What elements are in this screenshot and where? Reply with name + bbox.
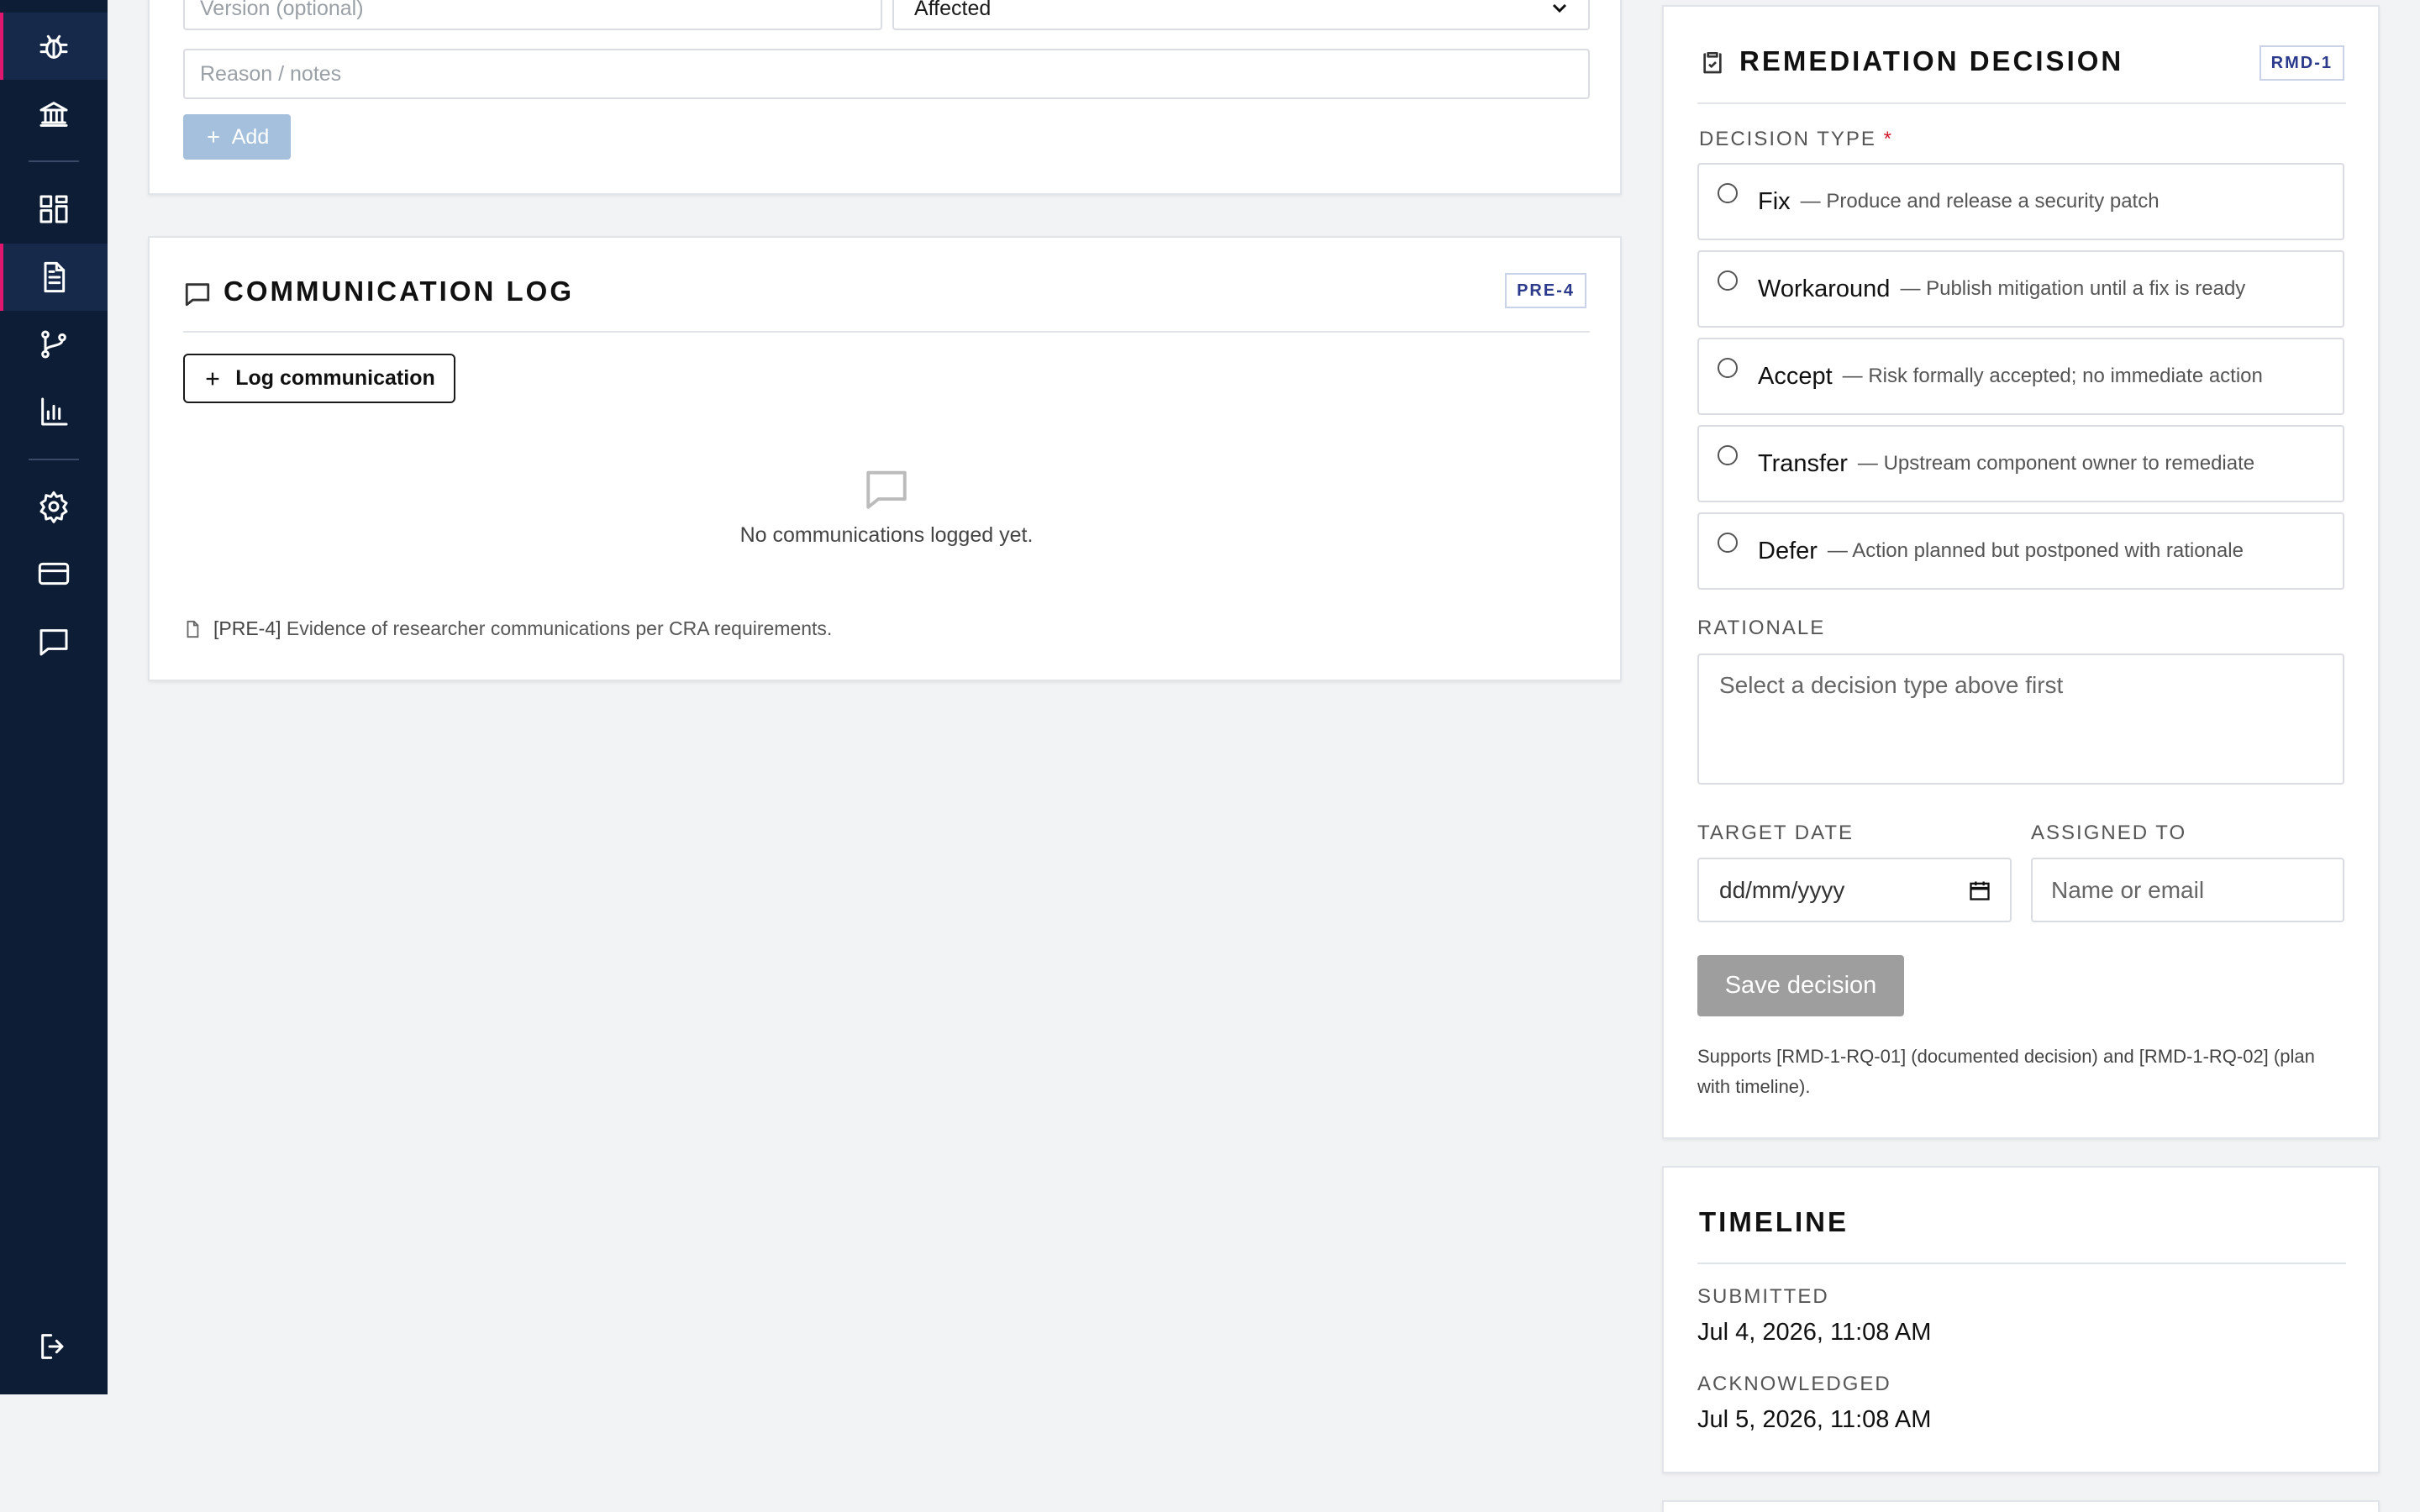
- sidebar-item-vulnerabilities[interactable]: [0, 13, 108, 80]
- option-label: Transfer: [1758, 449, 1848, 477]
- sidebar-divider: [29, 160, 79, 162]
- decision-type-label-text: DECISION TYPE: [1699, 128, 1876, 150]
- document-icon: [44, 261, 66, 293]
- rationale-textarea[interactable]: Select a decision type above first: [1697, 654, 2344, 785]
- status-select-value: Affected: [914, 0, 992, 20]
- card-title: TIMELINE: [1699, 1206, 1849, 1237]
- log-communication-label: Log communication: [235, 366, 435, 390]
- decision-type-label: DECISION TYPE *: [1699, 128, 1893, 151]
- timeline-value-acknowledged: Jul 5, 2026, 11:08 AM: [1697, 1406, 1932, 1433]
- chevron-down-icon: [1552, 3, 1567, 13]
- timeline-value-submitted: Jul 4, 2026, 11:08 AM: [1697, 1319, 1932, 1346]
- assigned-to-placeholder: Name or email: [2051, 876, 2205, 903]
- target-date-label: TARGET DATE: [1697, 822, 1854, 844]
- add-button-label: Add: [231, 124, 270, 149]
- assigned-to-label: ASSIGNED TO: [2031, 822, 2187, 844]
- branch-icon: [41, 330, 66, 359]
- add-button[interactable]: Add: [183, 114, 291, 160]
- reason-placeholder: Reason / notes: [200, 61, 342, 86]
- communication-log-card: COMMUNICATION LOG PRE-4 Log communicatio…: [148, 236, 1622, 681]
- empty-chat-icon: [866, 470, 907, 509]
- card-title: COMMUNICATION LOG: [224, 276, 575, 307]
- radio-button[interactable]: [1718, 358, 1738, 378]
- timeline-label-acknowledged: ACKNOWLEDGED: [1697, 1373, 1891, 1395]
- calendar-icon[interactable]: [1968, 879, 1991, 902]
- divider: [1697, 102, 2346, 104]
- dashboard-icon: [39, 195, 68, 223]
- status-select[interactable]: Affected: [892, 0, 1590, 30]
- required-mark: *: [1883, 128, 1893, 150]
- sidebar-item-feedback[interactable]: [0, 608, 108, 675]
- version-placeholder: Version (optional): [200, 0, 364, 20]
- requirement-badge: RMD-1: [2259, 45, 2344, 81]
- credit-card-icon: [38, 562, 70, 585]
- option-label: Workaround: [1758, 275, 1891, 302]
- gear-icon: [39, 491, 68, 523]
- target-date-placeholder: dd/mm/yyyy: [1719, 876, 1845, 903]
- footnote: [PRE-4] Evidence of researcher communica…: [183, 617, 832, 640]
- requirement-badge: PRE-4: [1505, 273, 1586, 308]
- sidebar-divider: [29, 459, 79, 460]
- sidebar-item-logout[interactable]: [0, 1313, 108, 1380]
- clipboard-check-icon: [1703, 52, 1722, 74]
- option-label: Fix: [1758, 187, 1791, 215]
- next-card: [1662, 1500, 2380, 1512]
- option-description: — Risk formally accepted; no immediate a…: [1842, 365, 2263, 387]
- bank-icon: [39, 102, 68, 127]
- bug-icon: [39, 34, 68, 59]
- sidebar-item-reports[interactable]: [0, 378, 108, 445]
- reason-input[interactable]: Reason / notes: [183, 49, 1590, 99]
- option-description: — Publish mitigation until a fix is read…: [1900, 277, 2246, 300]
- sidebar-item-billing[interactable]: [0, 540, 108, 607]
- version-input[interactable]: Version (optional): [183, 0, 882, 30]
- radio-button[interactable]: [1718, 183, 1738, 203]
- chart-icon: [41, 397, 68, 426]
- affected-product-card: Version (optional) Affected Reason / not…: [148, 0, 1622, 195]
- decision-option-fix[interactable]: Fix — Produce and release a security pat…: [1697, 163, 2344, 240]
- radio-button[interactable]: [1718, 533, 1738, 553]
- decision-option-defer[interactable]: Defer — Action planned but postponed wit…: [1697, 512, 2344, 590]
- assigned-to-input[interactable]: Name or email: [2031, 858, 2344, 922]
- save-decision-button[interactable]: Save decision: [1697, 955, 1904, 1016]
- option-label: Accept: [1758, 362, 1833, 390]
- option-label: Defer: [1758, 537, 1818, 564]
- log-communication-button[interactable]: Log communication: [183, 354, 455, 403]
- sidebar-item-settings[interactable]: [0, 473, 108, 540]
- option-description: — Action planned but postponed with rati…: [1827, 539, 2244, 562]
- sidebar-item-repositories[interactable]: [0, 311, 108, 378]
- chat-icon: [39, 629, 68, 656]
- radio-button[interactable]: [1718, 270, 1738, 291]
- divider: [183, 331, 1590, 333]
- sidebar-item-organisation[interactable]: [0, 81, 108, 148]
- chat-icon: [185, 283, 210, 307]
- support-text: Supports [RMD-1-RQ-01] (documented decis…: [1697, 1046, 2315, 1097]
- logout-icon: [41, 1334, 64, 1359]
- decision-option-workaround[interactable]: Workaround — Publish mitigation until a …: [1697, 250, 2344, 328]
- divider: [1697, 1263, 2346, 1264]
- rationale-label: RATIONALE: [1697, 617, 1826, 639]
- footnote-text: Evidence of researcher communications pe…: [286, 617, 833, 639]
- decision-option-transfer[interactable]: Transfer — Upstream component owner to r…: [1697, 425, 2344, 502]
- timeline-label-submitted: SUBMITTED: [1697, 1285, 1829, 1308]
- radio-button[interactable]: [1718, 445, 1738, 465]
- sidebar-item-documents[interactable]: [0, 244, 108, 311]
- option-description: — Upstream component owner to remediate: [1857, 452, 2255, 475]
- rationale-placeholder: Select a decision type above first: [1719, 672, 2064, 698]
- card-title: REMEDIATION DECISION: [1739, 45, 2124, 76]
- footnote-ref: [PRE-4]: [213, 617, 281, 639]
- document-icon: [187, 620, 199, 638]
- target-date-input[interactable]: dd/mm/yyyy: [1697, 858, 2012, 922]
- decision-option-accept[interactable]: Accept — Risk formally accepted; no imme…: [1697, 338, 2344, 415]
- sidebar: [0, 0, 108, 1394]
- plus-icon: [206, 372, 219, 385]
- empty-state-text: No communications logged yet.: [739, 523, 1034, 547]
- plus-icon: [208, 131, 219, 143]
- option-description: — Produce and release a security patch: [1800, 190, 2160, 213]
- sidebar-item-dashboard[interactable]: [0, 176, 108, 243]
